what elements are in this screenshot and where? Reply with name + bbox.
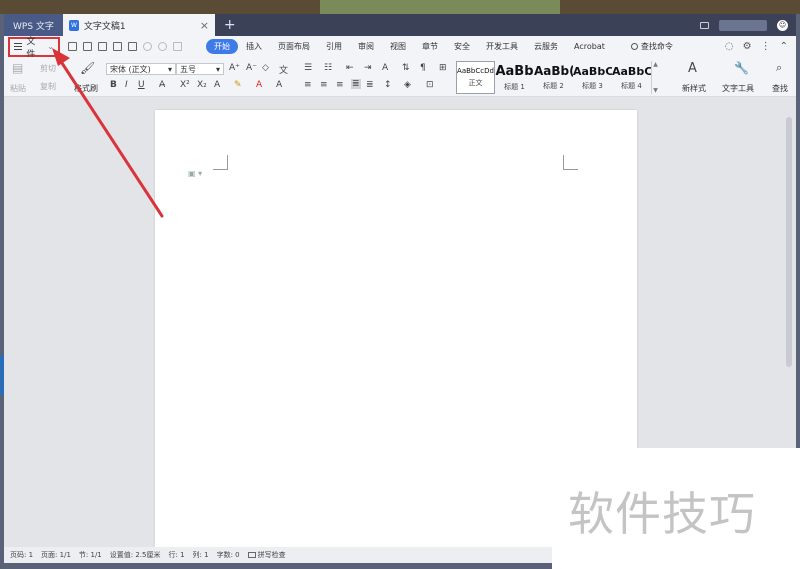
annotation-arrow-head: [52, 48, 70, 66]
watermark-text: 软件技巧: [568, 487, 756, 541]
watermark-panel: 软件技巧: [552, 448, 800, 569]
annotation-arrow-line: [58, 58, 164, 218]
